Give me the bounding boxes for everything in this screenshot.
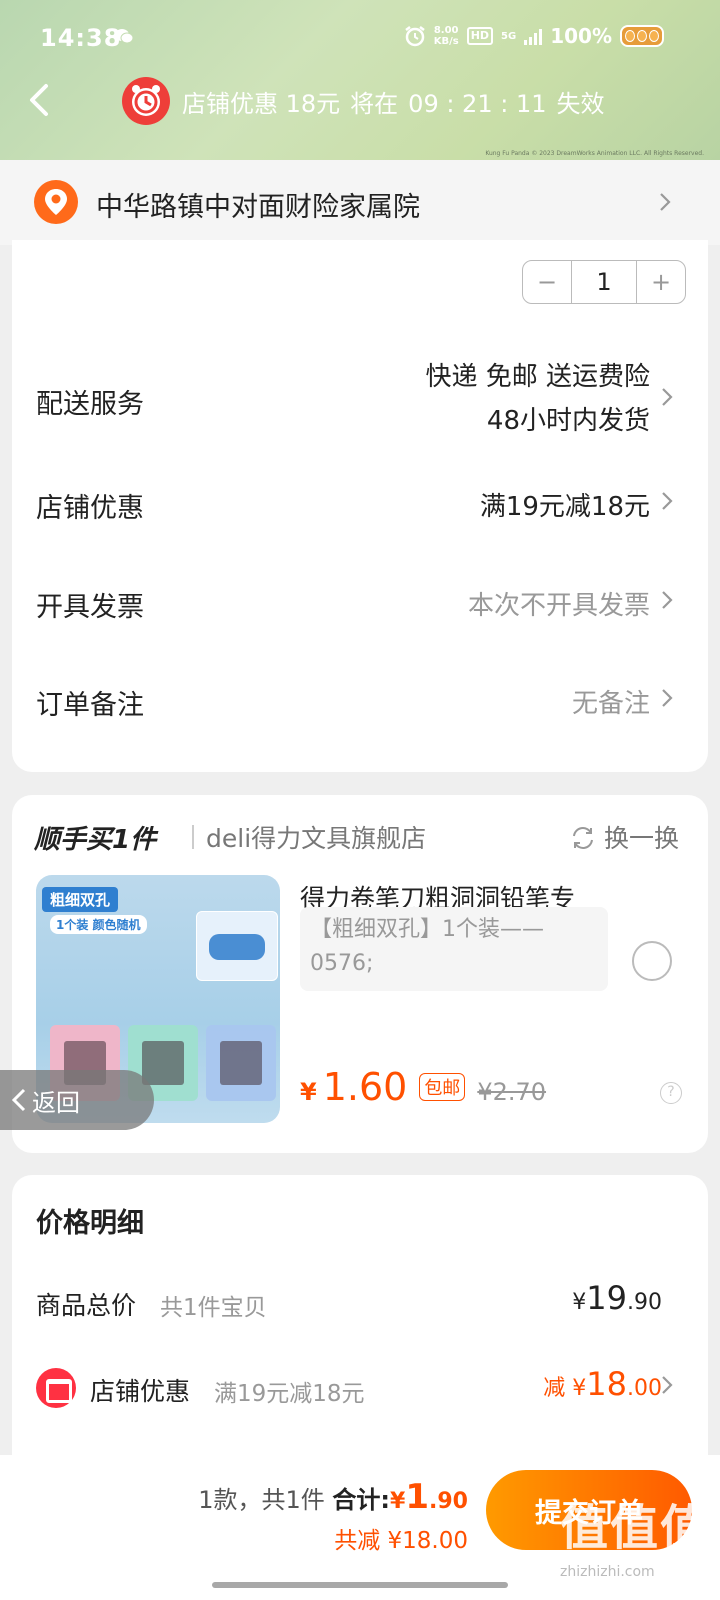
price-detail-card: 价格明细 商品总价 共1件宝贝 ¥19.90 店铺优惠 满19元减18元 减 ¥… — [12, 1175, 708, 1475]
shop-icon — [36, 1368, 76, 1408]
address-bar[interactable]: 中华路镇中对面财险家属院 — [0, 160, 720, 245]
invoice-label: 开具发票 — [36, 592, 144, 623]
discount-prefix: 减 ¥ — [543, 1376, 587, 1401]
invoice-value: 本次不开具发票 — [467, 591, 650, 621]
decrease-button[interactable]: − — [523, 261, 571, 303]
delivery-address: 中华路镇中对面财险家属院 — [96, 192, 420, 223]
amount-integer: 18 — [586, 1365, 627, 1403]
promo-expire-suffix: 失效 — [556, 90, 605, 118]
sku-selector[interactable]: 【粗细双孔】1个装—— 0576; — [300, 907, 608, 991]
shop-discount-detail-label: 店铺优惠 — [90, 1377, 191, 1406]
signal-icon — [524, 27, 543, 45]
item-count: 1款，共1件 — [198, 1486, 325, 1514]
original-price: ¥2.70 — [477, 1078, 547, 1106]
delivery-service-label: 配送服务 — [36, 389, 144, 420]
promo-countdown: 店铺优惠 18元 将在 09 : 21 : 11 失效 — [182, 84, 614, 119]
quantity-value[interactable]: 1 — [571, 261, 637, 303]
price-symbol: ¥ — [300, 1078, 317, 1106]
chevron-right-icon — [662, 388, 673, 406]
addon-shop-name[interactable]: deli得力文具旗舰店 — [206, 819, 426, 855]
help-icon[interactable]: ? — [660, 1082, 682, 1104]
chevron-left-icon — [11, 1088, 26, 1112]
status-bar: 14:38 8.00 KB/s HD 5G 100% — [0, 0, 720, 70]
total-integer: 1 — [405, 1477, 430, 1517]
sharpener-diagram — [196, 911, 278, 981]
alarm-clock-icon — [122, 77, 170, 125]
sharpener-blue — [206, 1025, 276, 1101]
goods-total-label: 商品总价 — [36, 1291, 137, 1320]
floating-back-label: 返回 — [32, 1088, 80, 1117]
divider — [192, 825, 194, 849]
sku-line-2: 0576; — [310, 951, 374, 976]
amount-decimal: .00 — [627, 1376, 662, 1401]
total-saved: 共减 ¥18.00 — [334, 1528, 468, 1554]
chevron-right-icon — [662, 689, 673, 707]
nav-bar: 店铺优惠 18元 将在 09 : 21 : 11 失效 — [0, 70, 720, 130]
order-note-label: 订单备注 — [36, 690, 144, 721]
shop-discount-amount: 减 ¥18.00 — [543, 1365, 662, 1403]
chevron-right-icon — [662, 492, 673, 510]
order-options-card: − 1 + 配送服务 快递 免邮 送运费险 48小时内发货 店铺优惠 满19元减… — [12, 240, 708, 772]
home-indicator[interactable] — [212, 1582, 508, 1588]
image-tag-hole: 粗细双孔 — [42, 887, 119, 912]
total-decimal: .90 — [429, 1489, 468, 1514]
select-radio[interactable] — [632, 941, 672, 981]
network-type: 5G — [501, 30, 517, 42]
chevron-right-icon — [662, 1376, 673, 1394]
wechat-icon — [115, 29, 134, 44]
total-label: 合计: — [332, 1486, 391, 1514]
back-arrow-icon[interactable] — [24, 82, 54, 118]
shop-discount-value: 满19元减18元 — [479, 492, 650, 522]
promo-label: 店铺优惠 18元 — [182, 90, 341, 118]
watermark-logo: 值值值 — [560, 1500, 711, 1556]
network-speed: 8.00 KB/s — [434, 25, 459, 47]
shop-discount-detail-rule: 满19元减18元 — [214, 1381, 365, 1407]
status-icons: 8.00 KB/s HD 5G 100% — [404, 24, 664, 48]
battery-icon — [620, 25, 664, 47]
chevron-right-icon — [662, 591, 673, 609]
delivery-time-value: 48小时内发货 — [486, 406, 650, 436]
amount-decimal: .90 — [627, 1290, 662, 1315]
goods-total-amount: ¥19.90 — [572, 1279, 662, 1317]
location-pin-icon — [34, 180, 78, 224]
delivery-service-value: 快递 免邮 送运费险 — [425, 362, 650, 392]
increase-button[interactable]: + — [637, 261, 685, 303]
sku-line-1: 【粗细双孔】1个装—— — [310, 917, 544, 942]
addon-price: 1.60 — [322, 1065, 408, 1109]
price-detail-title: 价格明细 — [36, 1208, 144, 1239]
network-speed-unit: KB/s — [433, 36, 459, 47]
floating-back-button[interactable]: 返回 — [0, 1070, 154, 1130]
amount-integer: 19 — [586, 1279, 627, 1317]
chevron-right-icon — [660, 193, 671, 211]
promo-expire-prefix: 将在 — [350, 90, 399, 118]
watermark-url: zhizhizhi.com — [560, 1564, 655, 1580]
swap-button[interactable]: 换一换 — [604, 819, 679, 855]
quantity-stepper: − 1 + — [522, 260, 686, 304]
alarm-icon — [404, 26, 425, 47]
addon-price-row: ¥ 1.60 包邮 ¥2.70 — [300, 1065, 546, 1109]
free-shipping-badge: 包邮 — [419, 1073, 466, 1101]
image-tag-pack: 1个装 颜色随机 — [50, 915, 147, 934]
countdown-timer: 09 : 21 : 11 — [408, 90, 547, 118]
copyright-text: Kung Fu Panda © 2023 DreamWorks Animatio… — [485, 150, 704, 157]
order-summary: 1款，共1件 合计:¥1.90 — [198, 1477, 468, 1517]
currency-symbol: ¥ — [572, 1290, 587, 1315]
addon-title: 顺手买1件 — [34, 825, 157, 855]
goods-total-count: 共1件宝贝 — [160, 1295, 267, 1321]
order-note-value: 无备注 — [571, 689, 650, 719]
refresh-icon[interactable] — [570, 825, 596, 851]
hd-badge: HD — [466, 27, 494, 45]
shop-discount-label: 店铺优惠 — [36, 493, 144, 524]
battery-percent: 100% — [550, 24, 612, 48]
total-symbol: ¥ — [390, 1489, 406, 1514]
status-time: 14:38 — [40, 24, 122, 52]
network-speed-value: 8.00 — [433, 25, 459, 36]
